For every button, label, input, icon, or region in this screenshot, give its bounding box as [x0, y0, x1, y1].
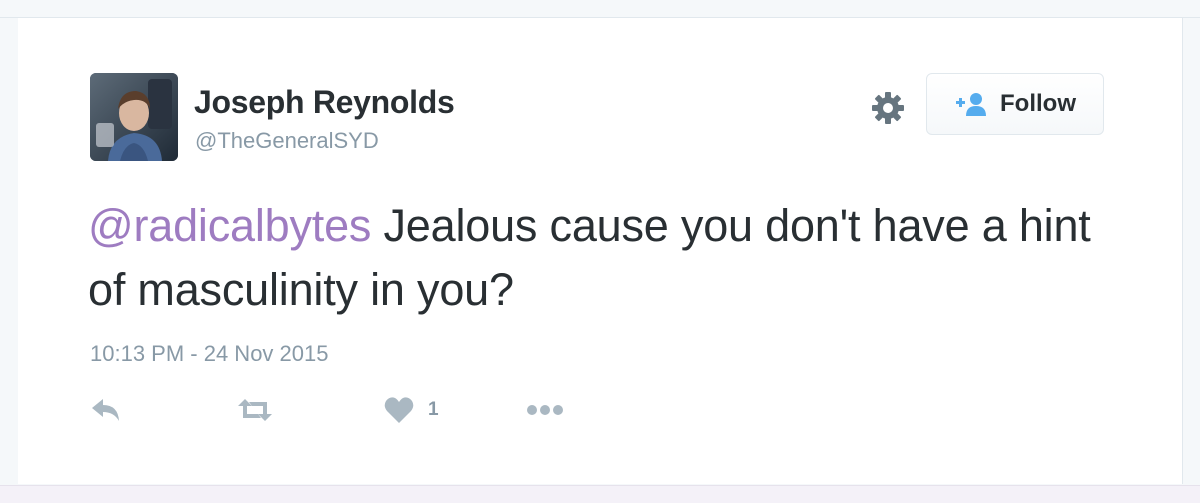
- retweet-icon: [238, 399, 272, 421]
- avatar-photo-icon: [90, 73, 178, 161]
- like-button[interactable]: 1: [384, 394, 439, 426]
- tweet-text: @radicalbytes Jealous cause you don't ha…: [88, 194, 1128, 322]
- retweet-button[interactable]: [236, 394, 274, 426]
- tweet-timestamp[interactable]: 10:13 PM - 24 Nov 2015: [90, 341, 328, 367]
- heart-icon: [384, 397, 414, 423]
- mention-link[interactable]: @radicalbytes: [88, 200, 371, 251]
- add-user-icon: [956, 93, 986, 116]
- reply-icon: [92, 399, 119, 421]
- reply-button[interactable]: [90, 394, 122, 426]
- author-handle[interactable]: @TheGeneralSYD: [195, 128, 379, 154]
- more-options-button[interactable]: [526, 394, 564, 426]
- top-page-strip: [0, 0, 1200, 18]
- author-avatar[interactable]: [90, 73, 178, 161]
- bottom-page-strip: [0, 485, 1200, 503]
- like-count: 1: [428, 399, 439, 420]
- gear-icon[interactable]: [870, 90, 906, 126]
- tweet-card: Joseph Reynolds @TheGeneralSYD Follow @r…: [18, 18, 1182, 484]
- follow-button[interactable]: Follow: [926, 73, 1104, 135]
- author-display-name[interactable]: Joseph Reynolds: [194, 84, 455, 121]
- more-dots-icon: [527, 405, 563, 415]
- follow-button-label: Follow: [1000, 90, 1076, 117]
- right-page-edge: [1182, 18, 1200, 484]
